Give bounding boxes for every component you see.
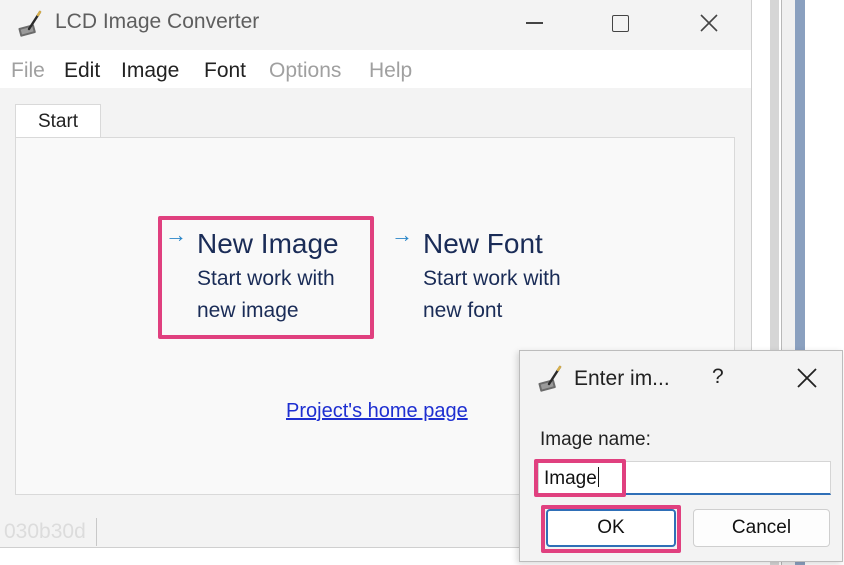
minimize-button[interactable] [511,0,557,46]
menu-bar: File Edit Image Font Options Help [0,50,751,88]
new-font-desc-line1: Start work with [423,267,561,290]
enter-image-name-dialog: Enter im... ? Image name: Image OK Cance… [519,350,843,562]
project-home-link[interactable]: Project's home page [286,400,468,423]
dialog-help-button[interactable]: ? [712,365,724,389]
status-text: 030b30d [4,520,86,543]
maximize-icon [611,14,629,32]
tab-start[interactable]: Start [15,104,101,138]
close-icon [700,14,718,32]
dialog-close-button[interactable] [792,363,822,393]
arrow-right-icon: → [391,222,413,247]
image-name-highlight [534,459,626,497]
new-font-title: New Font [423,228,543,259]
new-font-description: Start work with new font [423,263,613,327]
maximize-button[interactable] [597,0,643,46]
menu-options[interactable]: Options [269,59,341,83]
new-font-desc-line2: new font [423,299,503,322]
status-separator [96,518,97,546]
menu-image[interactable]: Image [121,59,179,83]
dialog-title: Enter im... [574,367,670,390]
dialog-app-icon [538,365,562,392]
ok-button-highlight [541,505,681,553]
menu-font[interactable]: Font [204,59,246,83]
window-title: LCD Image Converter [55,10,260,33]
dialog-close-icon [797,368,817,388]
app-icon [18,10,42,37]
new-image-highlight [158,216,374,339]
title-bar[interactable]: LCD Image Converter [0,0,751,48]
menu-file[interactable]: File [11,59,45,83]
menu-edit[interactable]: Edit [64,59,100,83]
menu-help[interactable]: Help [369,59,412,83]
image-name-label: Image name: [540,429,651,450]
new-font-action[interactable]: → New Font Start work with new font [386,218,598,336]
cancel-button[interactable]: Cancel [693,509,830,547]
close-button[interactable] [686,0,732,46]
minimize-icon [525,22,543,24]
